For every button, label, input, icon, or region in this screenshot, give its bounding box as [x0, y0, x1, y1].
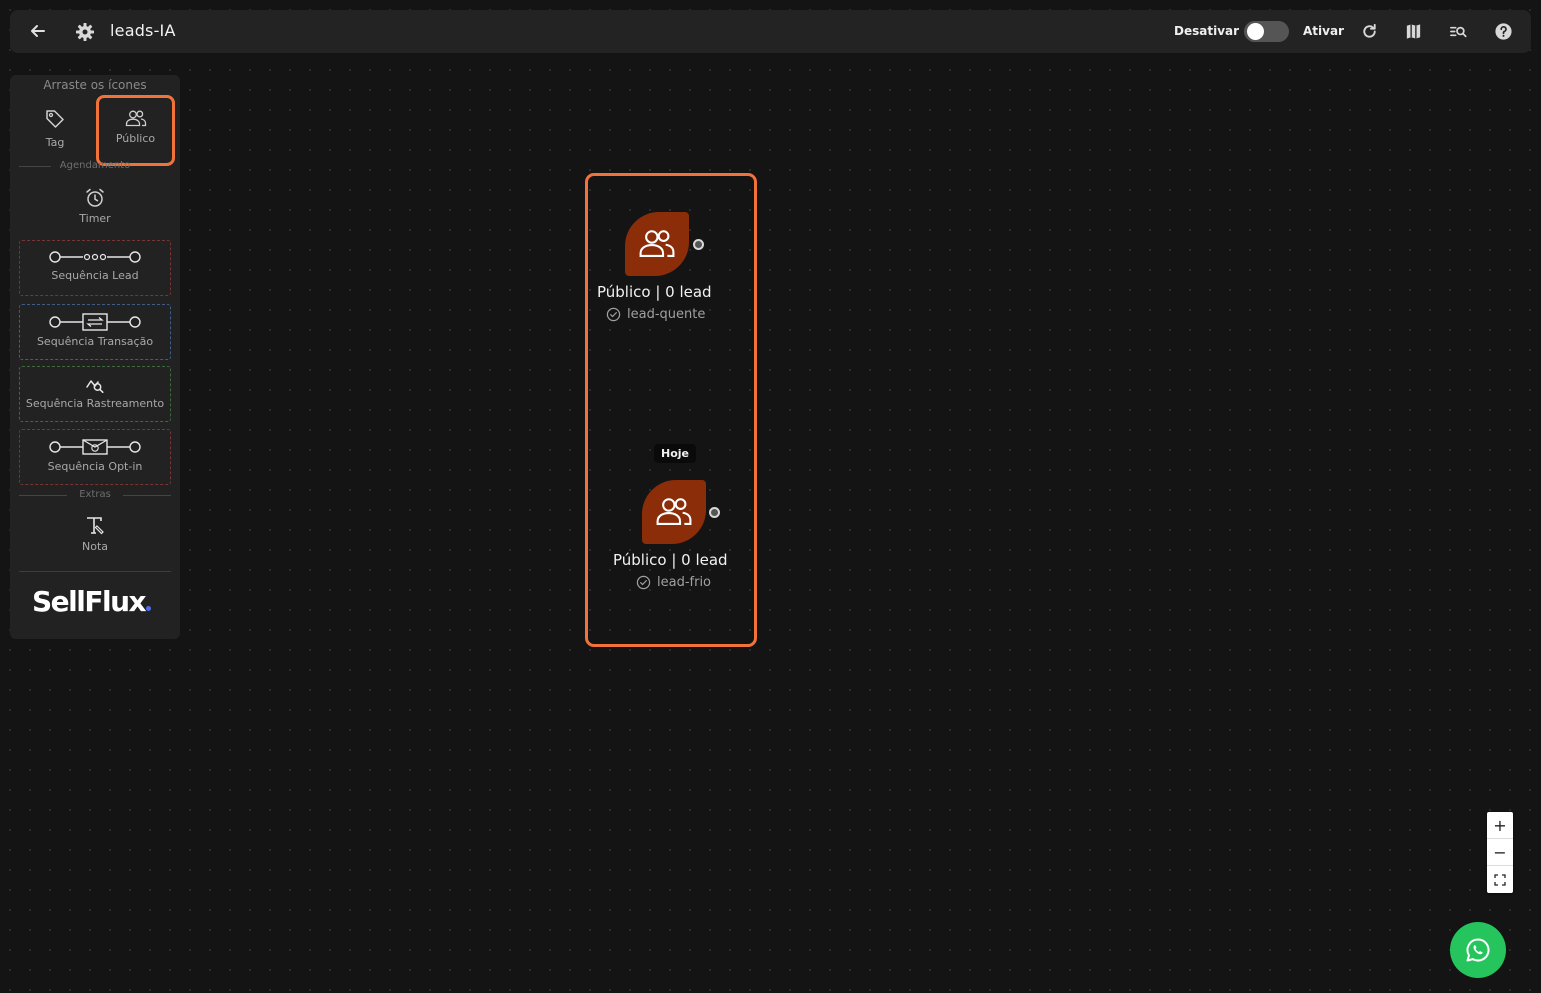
search-list-icon[interactable]: [1449, 22, 1468, 41]
section-agendamento-label: Agendamento: [59, 160, 131, 171]
tool-timer[interactable]: Timer: [65, 187, 125, 225]
node-output-port[interactable]: [693, 239, 704, 250]
sequence-optin-label: Sequência Opt-in: [47, 460, 143, 473]
fullscreen-icon: [1494, 873, 1506, 886]
flow-node-publico-2[interactable]: Público | 0 lead lead-frio: [613, 480, 743, 595]
fit-view-button[interactable]: [1487, 866, 1513, 893]
check-circle-icon: [636, 575, 651, 590]
node-title: Público | 0 lead: [613, 551, 728, 569]
node-tag: lead-quente: [606, 307, 705, 322]
tool-tag[interactable]: Tag: [33, 108, 77, 149]
deactivate-label: Desativar: [1174, 24, 1240, 38]
users-icon: [125, 110, 146, 127]
check-circle-icon: [606, 307, 621, 322]
date-badge: Hoje: [654, 444, 696, 463]
whatsapp-icon: [1466, 938, 1490, 962]
node-tag-label: lead-frio: [657, 575, 712, 590]
alarm-clock-icon: [86, 188, 104, 207]
node-publico-shape[interactable]: [642, 480, 706, 544]
sequence-lead-icon: [49, 251, 141, 263]
sequence-transacao-icon: [49, 313, 141, 331]
help-icon[interactable]: [1494, 22, 1513, 41]
sidebar-separator: [19, 571, 171, 572]
sequence-rastreamento[interactable]: Sequência Rastreamento: [19, 366, 171, 422]
refresh-icon[interactable]: [1360, 22, 1379, 41]
tool-publico[interactable]: Público: [96, 95, 175, 166]
node-publico-shape[interactable]: [625, 212, 689, 276]
node-title: Público | 0 lead: [597, 283, 712, 301]
tools-sidebar: Arraste os ícones Tag Público Agendament…: [10, 75, 180, 639]
tracking-icon: [86, 380, 104, 393]
activation-toggle[interactable]: [1244, 21, 1289, 42]
node-output-port[interactable]: [709, 507, 720, 518]
tool-timer-label: Timer: [79, 212, 111, 225]
sequence-optin[interactable]: Sequência Opt-in: [19, 429, 171, 485]
tool-nota[interactable]: Nota: [65, 515, 125, 553]
back-arrow-icon[interactable]: [28, 21, 48, 41]
sequence-transacao-label: Sequência Transação: [36, 335, 154, 348]
sellflux-logo-text: SellFlux: [32, 585, 147, 618]
tool-nota-label: Nota: [81, 540, 108, 553]
tool-publico-label: Público: [115, 132, 156, 145]
drag-hint: Arraste os ícones: [43, 78, 147, 92]
sellflux-logo: SellFlux: [32, 585, 152, 618]
section-extras: Extras: [19, 489, 171, 501]
activate-label: Ativar: [1303, 24, 1344, 38]
top-bar: leads-IA Desativar Ativar: [10, 10, 1531, 53]
tool-tag-label: Tag: [45, 136, 65, 149]
sequence-transacao[interactable]: Sequência Transação: [19, 304, 171, 360]
gear-icon[interactable]: [75, 22, 95, 42]
zoom-out-button[interactable]: −: [1487, 839, 1513, 866]
tag-icon: [46, 110, 64, 128]
flow-title[interactable]: leads-IA: [110, 21, 176, 40]
zoom-in-button[interactable]: +: [1487, 812, 1513, 839]
users-icon: [656, 498, 692, 525]
whatsapp-button[interactable]: [1450, 922, 1506, 978]
sequence-optin-icon: [49, 439, 141, 455]
section-extras-label: Extras: [79, 489, 111, 500]
text-note-icon: [87, 517, 104, 535]
sequence-rastreamento-label: Sequência Rastreamento: [25, 397, 165, 410]
node-tag: lead-frio: [636, 575, 711, 590]
users-icon: [639, 230, 675, 257]
sequence-lead[interactable]: Sequência Lead: [19, 240, 171, 296]
zoom-controls: + −: [1487, 812, 1513, 893]
flow-node-publico-1[interactable]: Público | 0 lead lead-quente: [597, 212, 727, 327]
node-tag-label: lead-quente: [627, 307, 706, 322]
map-icon[interactable]: [1404, 22, 1423, 41]
sequence-lead-label: Sequência Lead: [51, 269, 139, 282]
section-agendamento: Agendamento: [19, 160, 171, 172]
toggle-knob: [1247, 23, 1264, 40]
